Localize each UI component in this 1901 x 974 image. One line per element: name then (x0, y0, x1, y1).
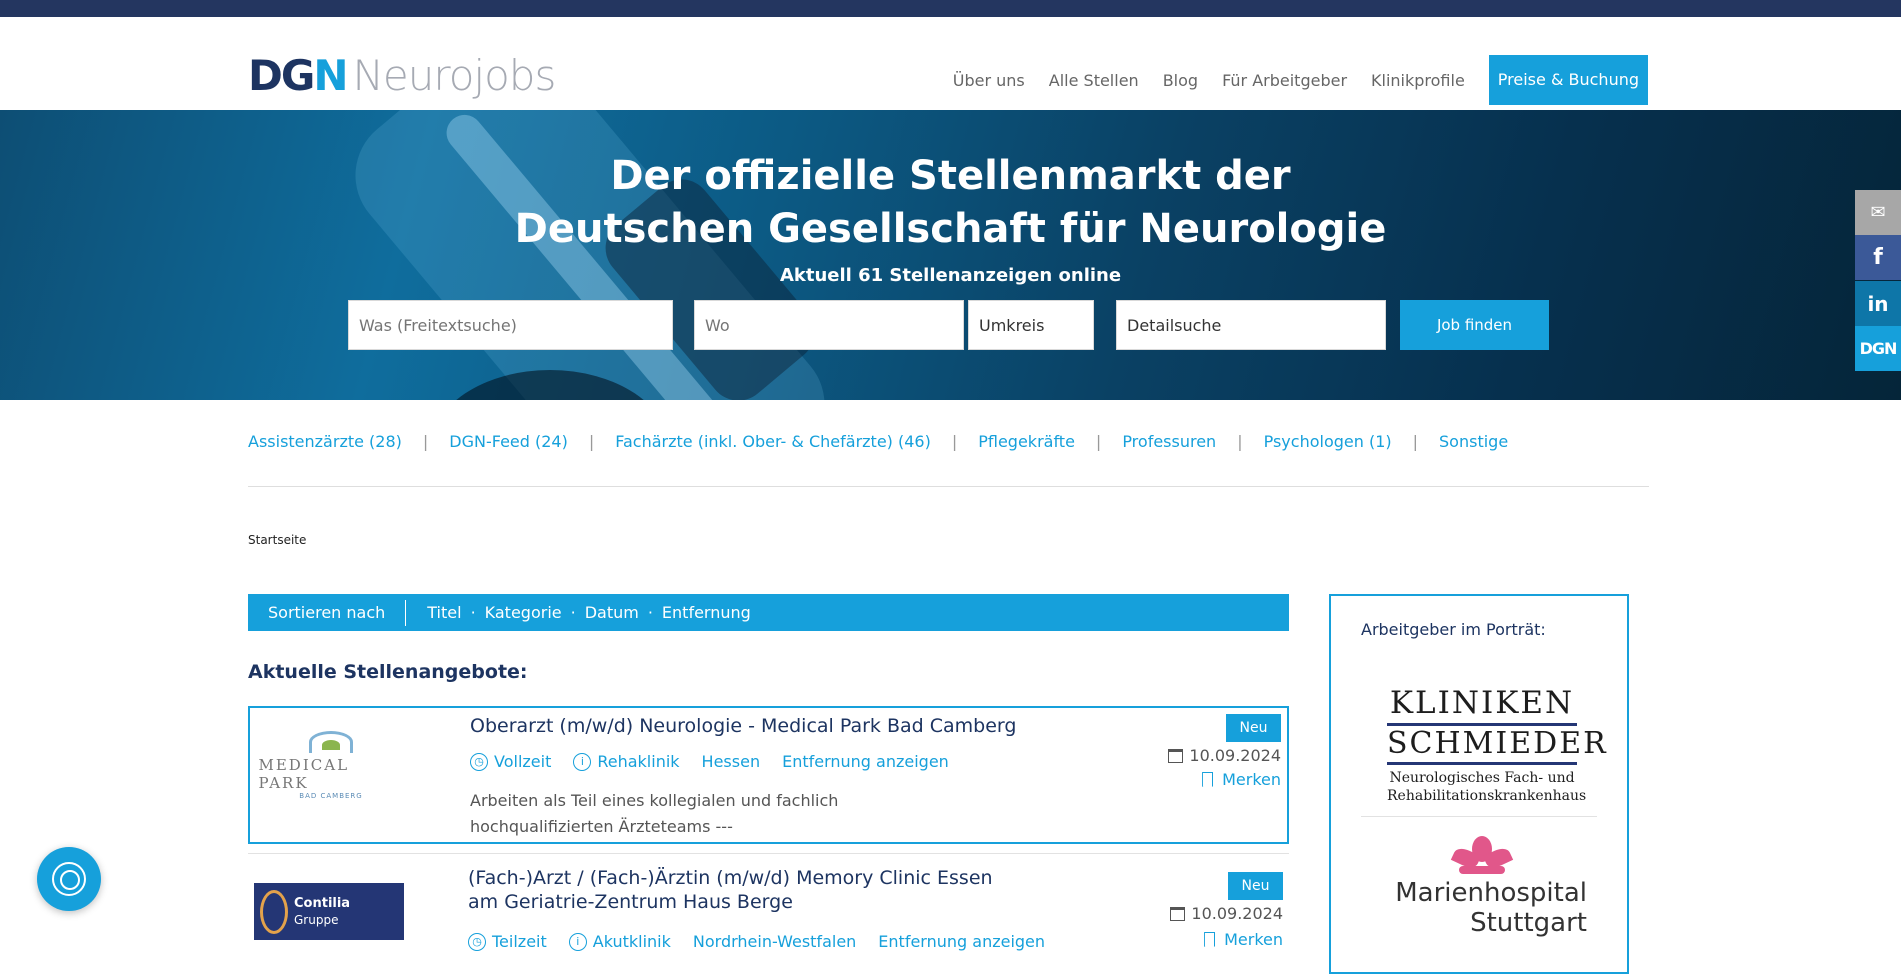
job-card[interactable]: MEDICAL PARK BAD CAMBERG Oberarzt (m/w/d… (248, 706, 1289, 844)
divider (248, 486, 1649, 487)
tag-employment-type[interactable]: ◷ Teilzeit (468, 932, 547, 951)
hero-banner: Der offizielle Stellenmarkt der Deutsche… (0, 110, 1901, 400)
logo-line: KLINIKEN (1387, 686, 1577, 726)
job-title[interactable]: (Fach-)Arzt / (Fach-)Ärztin (m/w/d) Memo… (468, 866, 1028, 914)
category-dgn-feed[interactable]: DGN-Feed (24) (449, 432, 568, 451)
main-nav: Über uns Alle Stellen Blog Für Arbeitgeb… (929, 55, 1648, 105)
job-search-button[interactable]: Job finden (1400, 300, 1549, 350)
calendar-icon (1170, 906, 1186, 921)
hero-title-line2: Deutschen Gesellschaft für Neurologie (514, 206, 1387, 252)
top-bar (0, 0, 1901, 17)
sort-category[interactable]: Kategorie (485, 603, 562, 622)
clock-icon: ◷ (470, 752, 488, 771)
detail-search-select[interactable]: Detailsuche (1116, 300, 1386, 350)
linkedin-icon[interactable]: in (1855, 281, 1901, 326)
category-fachaerzte[interactable]: Fachärzte (inkl. Ober- & Chefärzte) (46) (615, 432, 931, 451)
kliniken-schmieder-logo[interactable]: KLINIKEN SCHMIEDER Neurologisches Fach- … (1387, 686, 1606, 805)
sort-separator: · (647, 603, 653, 622)
show-distance-link[interactable]: Entfernung anzeigen (782, 752, 949, 771)
category-assistenzaerzte[interactable]: Assistenzärzte (28) (248, 432, 402, 451)
bookmark-icon (1204, 932, 1216, 947)
separator: | (1095, 432, 1102, 451)
info-icon: i (573, 752, 592, 771)
logo-line: Neurologisches Fach- und Rehabilitations… (1387, 770, 1587, 804)
tag-facility-type[interactable]: i Akutklinik (568, 932, 671, 951)
logo-wordmark: Neurojobs (352, 50, 557, 100)
tag-facility-type[interactable]: i Rehaklinik (573, 752, 680, 771)
employer-logo[interactable]: MEDICAL PARK BAD CAMBERG (256, 718, 406, 813)
lotus-icon (1447, 836, 1517, 878)
search-what-input[interactable] (348, 300, 673, 350)
nav-alle-stellen[interactable]: Alle Stellen (1049, 71, 1139, 90)
divider (1361, 816, 1597, 817)
marienhospital-logo[interactable]: Marienhospital Stuttgart (1377, 836, 1587, 938)
bookmark-icon (1202, 772, 1214, 787)
hero-subtitle: Aktuell 61 Stellenanzeigen online (779, 265, 1122, 286)
calendar-icon (1168, 748, 1184, 763)
tag-region[interactable]: Hessen (702, 752, 761, 771)
category-psychologen[interactable]: Psychologen (1) (1264, 432, 1392, 451)
section-title: Aktuelle Stellenangebote: (248, 661, 528, 683)
sort-date[interactable]: Datum (585, 603, 639, 622)
search-where-input[interactable] (694, 300, 964, 350)
pricing-booking-button[interactable]: Preise & Buchung (1488, 55, 1648, 105)
radius-select[interactable]: Umkreis (968, 300, 1094, 350)
category-professuren[interactable]: Professuren (1122, 432, 1216, 451)
logo-name: Contilia (294, 896, 351, 911)
separator: | (1412, 432, 1419, 451)
mail-share-icon[interactable]: ✉ (1855, 190, 1901, 235)
separator: | (588, 432, 595, 451)
job-date: 10.09.2024 (1168, 746, 1281, 765)
aside-title: Arbeitgeber im Porträt: (1361, 620, 1546, 639)
sort-title[interactable]: Titel (427, 603, 461, 622)
employer-portrait-panel: Arbeitgeber im Porträt: KLINIKEN SCHMIED… (1329, 594, 1629, 974)
medical-park-mark-icon (309, 731, 353, 753)
tag-region[interactable]: Nordrhein-Westfalen (693, 932, 856, 951)
job-card[interactable]: Contilia Gruppe (Fach-)Arzt / (Fach-)Ärzt… (248, 853, 1289, 973)
privacy-settings-button[interactable] (37, 847, 101, 911)
employer-logo[interactable]: Contilia Gruppe (254, 864, 404, 959)
category-pflegekraefte[interactable]: Pflegekräfte (978, 432, 1075, 451)
separator: | (422, 432, 429, 451)
logo-name: MEDICAL PARK (258, 756, 350, 792)
nav-blog[interactable]: Blog (1163, 71, 1198, 90)
separator: | (951, 432, 958, 451)
site-header: DGN Neurojobs Über uns Alle Stellen Blog… (0, 17, 1901, 110)
category-sonstige[interactable]: Sonstige (1439, 432, 1508, 451)
nav-klinikprofile[interactable]: Klinikprofile (1371, 71, 1465, 90)
logo-line: Stuttgart (1470, 908, 1587, 938)
nav-ueber-uns[interactable]: Über uns (953, 71, 1025, 90)
sort-separator: · (570, 603, 576, 622)
separator: | (1237, 432, 1243, 451)
logo-sub: BAD CAMBERG (299, 792, 363, 800)
breadcrumb[interactable]: Startseite (248, 533, 306, 547)
sort-distance[interactable]: Entfernung (662, 603, 751, 622)
facebook-icon[interactable]: f (1855, 235, 1901, 280)
category-nav: Assistenzärzte (28) | DGN-Feed (24) | Fa… (248, 432, 1508, 451)
sort-bar: Sortieren nach Titel · Kategorie · Datum… (248, 594, 1289, 631)
job-date: 10.09.2024 (1170, 904, 1283, 923)
sort-label: Sortieren nach (248, 599, 407, 626)
sort-separator: · (470, 603, 476, 622)
site-logo[interactable]: DGN Neurojobs (248, 45, 557, 105)
contilia-mark-icon (260, 889, 288, 934)
fingerprint-icon (52, 862, 86, 896)
dgn-icon[interactable]: DGN (1855, 326, 1901, 371)
show-distance-link[interactable]: Entfernung anzeigen (878, 932, 1045, 951)
job-description: Arbeiten als Teil eines kollegialen und … (470, 791, 839, 836)
job-title[interactable]: Oberarzt (m/w/d) Neurologie - Medical Pa… (470, 714, 1016, 738)
job-tags: ◷ Vollzeit i Rehaklinik Hessen Entfernung … (470, 752, 971, 771)
new-badge: Neu (1226, 714, 1281, 742)
hero-title-line1: Der offizielle Stellenmarkt der (610, 153, 1291, 199)
nav-fuer-arbeitgeber[interactable]: Für Arbeitgeber (1222, 71, 1347, 90)
logo-dgn: DGN (248, 50, 349, 100)
logo-sub: Gruppe (294, 913, 339, 927)
new-badge: Neu (1228, 872, 1283, 900)
bookmark-button[interactable]: Merken (1202, 770, 1281, 789)
logo-line: SCHMIEDER (1387, 726, 1606, 765)
job-tags: ◷ Teilzeit i Akutklinik Nordrhein-Westfale… (468, 932, 1067, 951)
bookmark-button[interactable]: Merken (1204, 930, 1283, 949)
tag-employment-type[interactable]: ◷ Vollzeit (470, 752, 551, 771)
logo-line: Marienhospital (1395, 878, 1587, 908)
